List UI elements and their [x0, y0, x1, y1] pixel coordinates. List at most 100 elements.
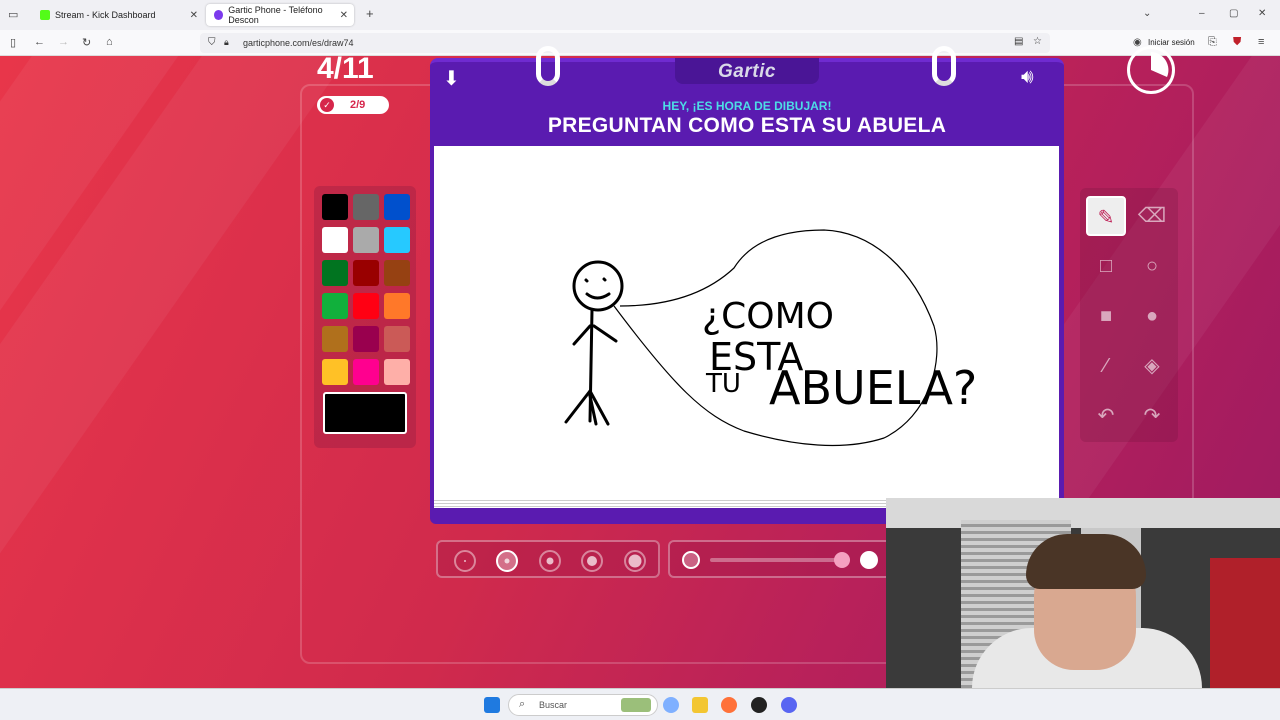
color-swatch[interactable]: [384, 260, 410, 286]
webcam-overlay: [886, 498, 1280, 720]
account-icon[interactable]: ◉: [1133, 37, 1142, 48]
color-swatch[interactable]: [353, 359, 379, 385]
new-tab-button[interactable]: +: [366, 6, 374, 21]
tab-label: Gartic Phone - Teléfono Descon: [228, 5, 323, 25]
brush-size-2[interactable]: [496, 550, 518, 572]
forward-icon[interactable]: →: [58, 36, 69, 48]
cam-ceiling: [886, 498, 1280, 528]
color-swatch[interactable]: [322, 194, 348, 220]
tab-overflow-icon[interactable]: ⌄: [1143, 8, 1151, 19]
cam-person-hair: [1026, 534, 1146, 589]
minimize-icon[interactable]: –: [1199, 8, 1205, 19]
brush-size-1[interactable]: [454, 550, 476, 572]
stick-figure: [564, 260, 624, 426]
drawing: ¿COMO ESTA TU ABUELA?: [564, 229, 977, 447]
color-swatch[interactable]: [322, 293, 348, 319]
drawing-canvas[interactable]: ¿COMO ESTA TU ABUELA?: [434, 146, 1059, 498]
line-tool-icon[interactable]: ⁄: [1086, 346, 1126, 386]
color-palette: [314, 186, 416, 448]
players-done-badge: ✓ 2/9: [317, 96, 389, 114]
close-tab-icon[interactable]: ✕: [190, 10, 198, 21]
color-swatch[interactable]: [384, 326, 410, 352]
color-swatch[interactable]: [322, 359, 348, 385]
pencil-tool-icon[interactable]: ✎: [1086, 196, 1126, 236]
home-icon[interactable]: ⌂: [106, 36, 113, 48]
url-text: garticphone.com/es/draw74: [243, 38, 354, 48]
ublock-icon[interactable]: ⛊: [1233, 36, 1241, 49]
bubble-line-1: ¿COMO: [702, 296, 834, 337]
taskbar-search[interactable]: ⌕ Buscar: [508, 694, 658, 716]
opacity-slider[interactable]: [710, 558, 850, 562]
download-icon[interactable]: ⬇: [443, 66, 460, 91]
tab-kick[interactable]: Stream - Kick Dashboard ✕: [32, 4, 204, 26]
draw-subtitle: HEY, ¡ES HORA DE DIBUJAR!: [662, 99, 832, 113]
bookmark-star-icon[interactable]: ☆: [1033, 36, 1042, 47]
brush-size-4[interactable]: [581, 550, 603, 572]
lock-icon: 🔒︎: [224, 37, 229, 47]
bubble-line-4: ABUELA?: [769, 361, 977, 415]
undo-tool-icon[interactable]: ↶: [1086, 396, 1126, 436]
close-tab-icon[interactable]: ✕: [340, 10, 348, 21]
color-swatch[interactable]: [353, 260, 379, 286]
opacity-handle[interactable]: [834, 552, 850, 568]
reader-view-icon[interactable]: ▤: [1014, 36, 1023, 47]
round-counter: 4/11: [317, 52, 374, 85]
brush-size-3[interactable]: [539, 550, 561, 572]
sidebar-icon[interactable]: ▯: [10, 36, 16, 49]
windows-taskbar: ⌕ Buscar: [0, 688, 1280, 720]
search-icon: ⌕: [519, 698, 526, 710]
players-done-count: 2/9: [350, 99, 366, 111]
discord-icon[interactable]: [781, 697, 797, 713]
windows-start-icon[interactable]: [484, 697, 500, 713]
color-swatch[interactable]: [384, 227, 410, 253]
extensions-icon[interactable]: ⎘: [1208, 36, 1217, 49]
opacity-low-icon: [682, 551, 700, 569]
circle-outline-tool-icon[interactable]: ○: [1132, 246, 1172, 286]
color-swatch[interactable]: [384, 194, 410, 220]
restore-icon[interactable]: ▢: [1229, 8, 1238, 19]
color-swatch[interactable]: [353, 194, 379, 220]
kick-favicon-icon: [40, 10, 50, 20]
browser-tabbar: ▭ Stream - Kick Dashboard ✕ Gartic Phone…: [0, 0, 1280, 30]
color-swatch[interactable]: [322, 326, 348, 352]
binder-ring: [536, 46, 560, 86]
eraser-tool-icon[interactable]: ⌫: [1132, 196, 1172, 236]
volume-icon[interactable]: 🔊︎: [1021, 66, 1034, 89]
color-swatch[interactable]: [353, 227, 379, 253]
brush-size-5[interactable]: [624, 550, 646, 572]
color-swatch[interactable]: [353, 326, 379, 352]
back-icon[interactable]: ←: [34, 36, 45, 48]
canvas-frame: ¿COMO ESTA TU ABUELA?: [430, 140, 1064, 524]
color-swatch[interactable]: [353, 293, 379, 319]
logo-tab: Gartic: [675, 58, 819, 84]
color-swatch[interactable]: [384, 359, 410, 385]
check-icon: ✓: [320, 98, 334, 112]
obs-icon[interactable]: [751, 697, 767, 713]
address-bar[interactable]: ⛉ 🔒︎ garticphone.com/es/draw74 ▤ ☆: [200, 33, 1050, 53]
close-window-icon[interactable]: ✕: [1258, 8, 1266, 19]
opacity-bar: [668, 540, 898, 578]
copilot-icon[interactable]: [663, 697, 679, 713]
reload-icon[interactable]: ↻: [82, 36, 91, 49]
circle-fill-tool-icon[interactable]: ●: [1132, 296, 1172, 336]
color-swatch[interactable]: [322, 227, 348, 253]
rect-fill-tool-icon[interactable]: ■: [1086, 296, 1126, 336]
drawing-prompt: PREGUNTAN COMO ESTA SU ABUELA: [547, 114, 947, 137]
color-swatch[interactable]: [322, 260, 348, 286]
firefox-icon[interactable]: [721, 697, 737, 713]
bubble-line-3: TU: [705, 369, 741, 399]
color-swatch[interactable]: [384, 293, 410, 319]
menu-icon[interactable]: ≡: [1258, 36, 1264, 48]
redo-tool-icon[interactable]: ↷: [1132, 396, 1172, 436]
file-explorer-icon[interactable]: [692, 697, 708, 713]
url-toolbar: ▯ ← → ↻ ⌂ ⛉ 🔒︎ garticphone.com/es/draw74…: [0, 30, 1280, 56]
tab-gartic[interactable]: Gartic Phone - Teléfono Descon ✕: [206, 4, 354, 26]
gartic-logo: Gartic: [718, 61, 776, 82]
current-color: [323, 392, 407, 434]
binder-ring: [932, 46, 956, 86]
bucket-tool-icon[interactable]: ◈: [1132, 346, 1172, 386]
gartic-favicon-icon: [214, 10, 224, 20]
rect-outline-tool-icon[interactable]: □: [1086, 246, 1126, 286]
tab-list-icon[interactable]: ▭: [8, 8, 18, 21]
bubble-text: ¿COMO ESTA TU ABUELA?: [702, 296, 977, 415]
